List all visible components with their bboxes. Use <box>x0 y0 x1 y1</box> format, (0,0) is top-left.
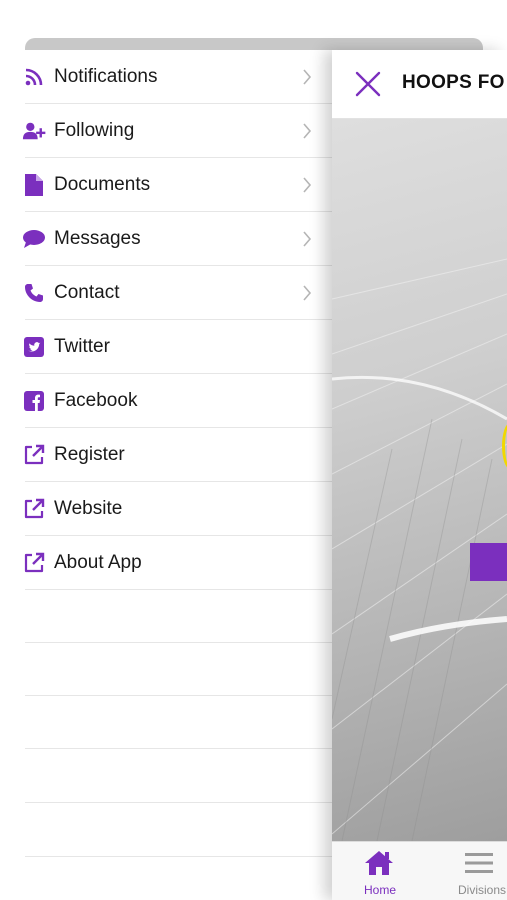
external-link-icon <box>22 551 46 575</box>
rss-icon <box>22 65 46 89</box>
chevron-right-icon <box>303 68 312 85</box>
app-screen: Notifications Following Documents Messag… <box>0 0 507 900</box>
menu-item-label: Following <box>54 119 135 141</box>
hero-image <box>332 119 507 841</box>
main-panel: HOOPS FO Home Divisions <box>332 50 507 900</box>
home-icon <box>365 851 393 875</box>
chevron-right-icon <box>303 176 312 193</box>
divider <box>25 802 332 803</box>
menu-item-documents[interactable]: Documents <box>0 158 332 211</box>
court-floor-image <box>332 258 507 841</box>
menu-item-about-app[interactable]: About App <box>0 536 332 589</box>
phone-icon <box>22 281 46 305</box>
facebook-icon <box>22 389 46 413</box>
divider <box>25 856 332 857</box>
menu-item-label: Notifications <box>54 65 158 87</box>
tab-label: Home <box>363 883 396 897</box>
divider <box>25 642 332 643</box>
chat-bubble-icon <box>22 227 46 251</box>
hero-button[interactable] <box>470 543 507 581</box>
side-menu: Notifications Following Documents Messag… <box>0 50 332 900</box>
tab-home[interactable]: Home <box>332 842 422 900</box>
chevron-right-icon <box>303 230 312 247</box>
menu-item-label: Register <box>54 443 125 465</box>
menu-item-label: Twitter <box>54 335 110 357</box>
external-link-icon <box>22 443 46 467</box>
divider <box>25 589 332 590</box>
tab-divisions[interactable]: Divisions <box>432 842 507 900</box>
menu-item-label: About App <box>54 551 142 573</box>
panel-header: HOOPS FO <box>332 50 507 119</box>
menu-item-notifications[interactable]: Notifications <box>0 50 332 103</box>
chevron-right-icon <box>303 122 312 139</box>
chevron-right-icon <box>303 284 312 301</box>
menu-item-facebook[interactable]: Facebook <box>0 374 332 427</box>
menu-item-label: Documents <box>54 173 151 195</box>
menu-item-register[interactable]: Register <box>0 428 332 481</box>
divider <box>25 695 332 696</box>
menu-item-label: Facebook <box>54 389 138 411</box>
menu-item-label: Website <box>54 497 123 519</box>
user-plus-icon <box>22 119 46 143</box>
menu-item-twitter[interactable]: Twitter <box>0 320 332 373</box>
menu-item-messages[interactable]: Messages <box>0 212 332 265</box>
tab-label: Divisions <box>457 883 506 897</box>
page-title: HOOPS FO <box>402 72 505 93</box>
document-icon <box>22 173 46 197</box>
twitter-icon <box>22 335 46 359</box>
divider <box>25 748 332 749</box>
menu-icon <box>465 853 493 873</box>
menu-item-following[interactable]: Following <box>0 104 332 157</box>
bottom-nav: Home Divisions <box>332 841 507 900</box>
external-link-icon <box>22 497 46 521</box>
menu-item-label: Messages <box>54 227 141 249</box>
menu-item-label: Contact <box>54 281 120 303</box>
close-icon[interactable] <box>354 70 382 98</box>
menu-item-contact[interactable]: Contact <box>0 266 332 319</box>
menu-item-website[interactable]: Website <box>0 482 332 535</box>
